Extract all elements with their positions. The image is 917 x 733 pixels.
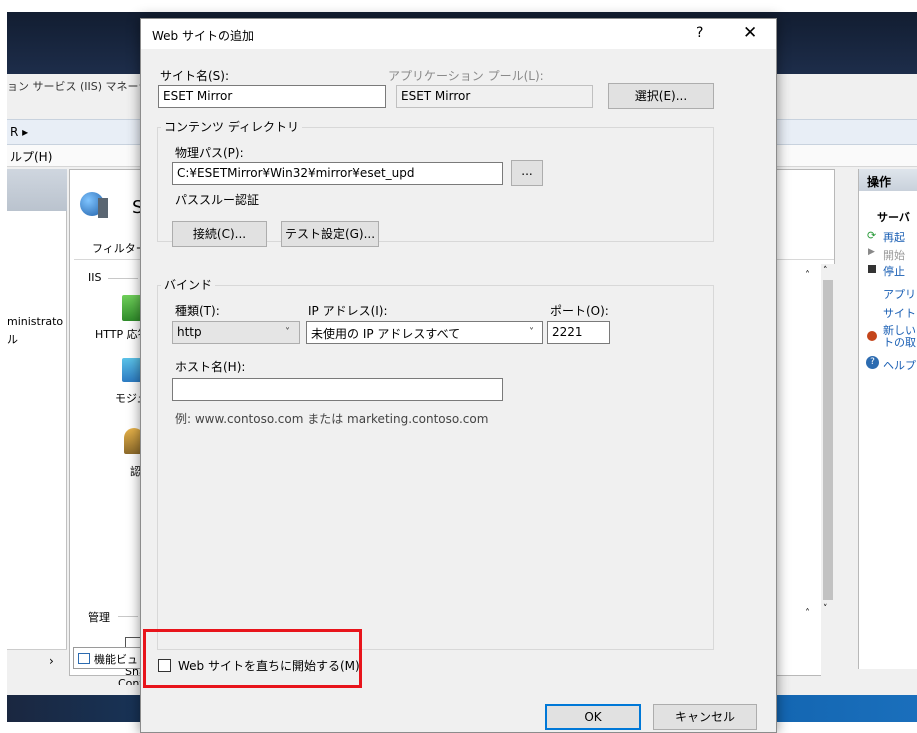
restart-icon[interactable]: ⟳ — [867, 229, 876, 242]
type-select[interactable]: http ˅ — [172, 321, 300, 344]
group-manage: 管理 — [88, 611, 110, 624]
host-name-field[interactable] — [172, 378, 503, 401]
type-select-value: http — [177, 325, 202, 339]
highlight-box — [143, 629, 362, 688]
warning-icon — [867, 331, 877, 341]
help-icon[interactable]: ? — [866, 356, 879, 369]
features-view-icon — [78, 653, 90, 664]
physical-path-field[interactable]: C:¥ESETMirror¥Win32¥mirror¥eset_upd — [172, 162, 503, 185]
passthrough-auth-label: パススルー認証 — [175, 193, 260, 207]
port-field[interactable]: 2221 — [547, 321, 610, 344]
tree-item-administrator[interactable]: ministrato — [7, 315, 63, 328]
actions-pane: 操作 サーバ ⟳ 再起 ▶ 開始 停止 アプリ サイト 新しい トの取 ? ヘル… — [858, 169, 917, 669]
connections-pane: ministrato ル — [7, 169, 67, 667]
server-icon — [98, 198, 108, 218]
features-view-label: 機能ビュ — [94, 653, 138, 666]
test-settings-button[interactable]: テスト設定(G)... — [281, 221, 379, 247]
scroll-up-icon[interactable]: ˄ — [823, 266, 828, 276]
content-directory-caption: コンテンツ ディレクトリ — [161, 118, 302, 135]
cancel-button[interactable]: キャンセル — [653, 704, 757, 730]
type-label: 種類(T): — [175, 304, 220, 318]
port-label: ポート(O): — [550, 304, 609, 318]
dialog-title: Web サイトの追加 — [152, 29, 254, 43]
physical-path-label: 物理パス(P): — [175, 146, 244, 160]
connect-as-button[interactable]: 接続(C)... — [172, 221, 267, 247]
ip-address-select-value: 未使用の IP アドレスすべて — [311, 327, 461, 341]
ip-address-label: IP アドレス(I): — [308, 304, 388, 318]
scroll-right-icon[interactable]: › — [49, 654, 54, 668]
action-app-pools[interactable]: アプリ — [883, 286, 916, 302]
action-restart[interactable]: 再起 — [883, 229, 905, 245]
host-example-text: 例: www.contoso.com または marketing.contoso… — [175, 412, 489, 426]
start-icon: ▶ — [868, 247, 875, 257]
address-bar-text: R ▸ — [10, 125, 29, 139]
chevron-down-icon: ˅ — [529, 327, 534, 338]
collapse-up-icon[interactable]: ˄ — [805, 270, 810, 281]
select-app-pool-button[interactable]: 選択(E)... — [608, 83, 714, 109]
group-manage-line — [118, 616, 138, 617]
menu-help[interactable]: ルプ(H) — [10, 148, 52, 165]
tree-item-2[interactable]: ル — [7, 331, 18, 347]
action-sites[interactable]: サイト — [883, 305, 916, 321]
group-iis: IIS — [88, 271, 102, 284]
collapse-up-icon-2[interactable]: ˄ — [805, 608, 810, 619]
add-website-dialog: Web サイトの追加 ? ✕ サイト名(S): ESET Mirror アプリケ… — [140, 18, 777, 733]
host-name-label: ホスト名(H): — [175, 360, 246, 374]
action-start: 開始 — [883, 249, 905, 262]
iis-window-title: ョン サービス (IIS) マネージャ — [7, 80, 160, 93]
action-stop[interactable]: 停止 — [883, 263, 905, 279]
binding-caption: バインド — [161, 276, 216, 293]
features-view-tab[interactable]: 機能ビュ — [73, 647, 145, 669]
scroll-down-icon[interactable]: ˅ — [823, 604, 828, 614]
features-scrollbar-thumb[interactable] — [823, 280, 833, 600]
connections-scrollbar[interactable]: › — [7, 649, 67, 673]
site-name-field[interactable]: ESET Mirror — [158, 85, 386, 108]
action-help[interactable]: ヘルプ — [883, 357, 916, 373]
close-icon[interactable]: ✕ — [743, 23, 757, 43]
features-scrollbar[interactable]: ˄ ˅ — [821, 264, 835, 676]
chevron-down-icon: ˅ — [285, 327, 290, 338]
actions-server-heading: サーバ — [877, 211, 910, 224]
site-name-label: サイト名(S): — [160, 69, 230, 83]
app-pool-field: ESET Mirror — [396, 85, 593, 108]
ok-button[interactable]: OK — [545, 704, 641, 730]
help-icon[interactable]: ? — [696, 25, 703, 41]
ip-address-select[interactable]: 未使用の IP アドレスすべて ˅ — [306, 321, 543, 344]
actions-header: 操作 — [859, 169, 917, 191]
action-new-site-line2[interactable]: トの取 — [883, 334, 916, 350]
browse-button[interactable]: ... — [511, 160, 543, 186]
group-iis-line — [108, 278, 138, 279]
stop-icon[interactable] — [868, 265, 876, 273]
connections-pane-header — [7, 169, 67, 211]
dialog-titlebar: Web サイトの追加 ? ✕ — [141, 19, 776, 49]
app-pool-label: アプリケーション プール(L): — [388, 69, 544, 83]
